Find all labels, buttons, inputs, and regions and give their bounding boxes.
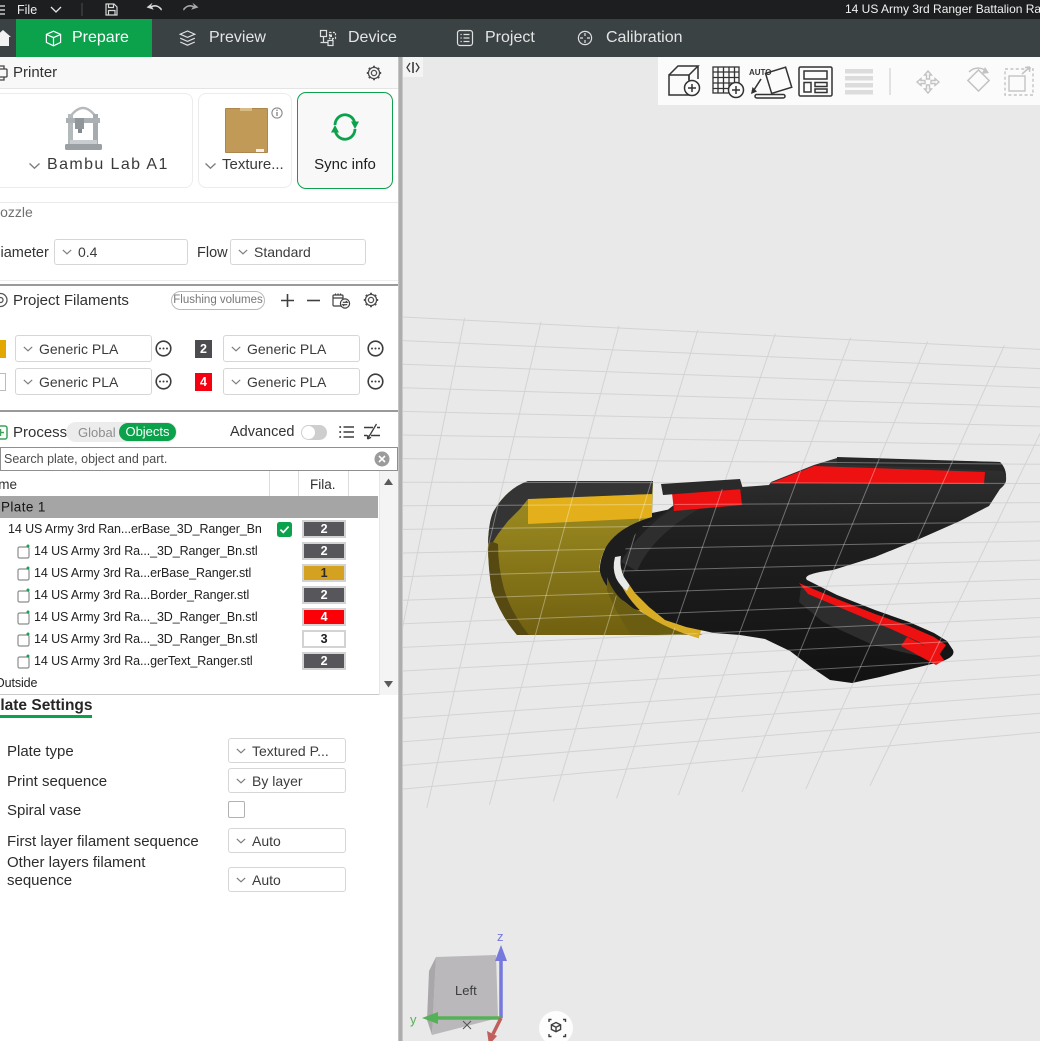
svg-text:y: y: [410, 1012, 417, 1027]
svg-text:File: File: [17, 3, 37, 17]
svg-text:Left: Left: [455, 983, 477, 998]
svg-text:z: z: [497, 929, 504, 944]
